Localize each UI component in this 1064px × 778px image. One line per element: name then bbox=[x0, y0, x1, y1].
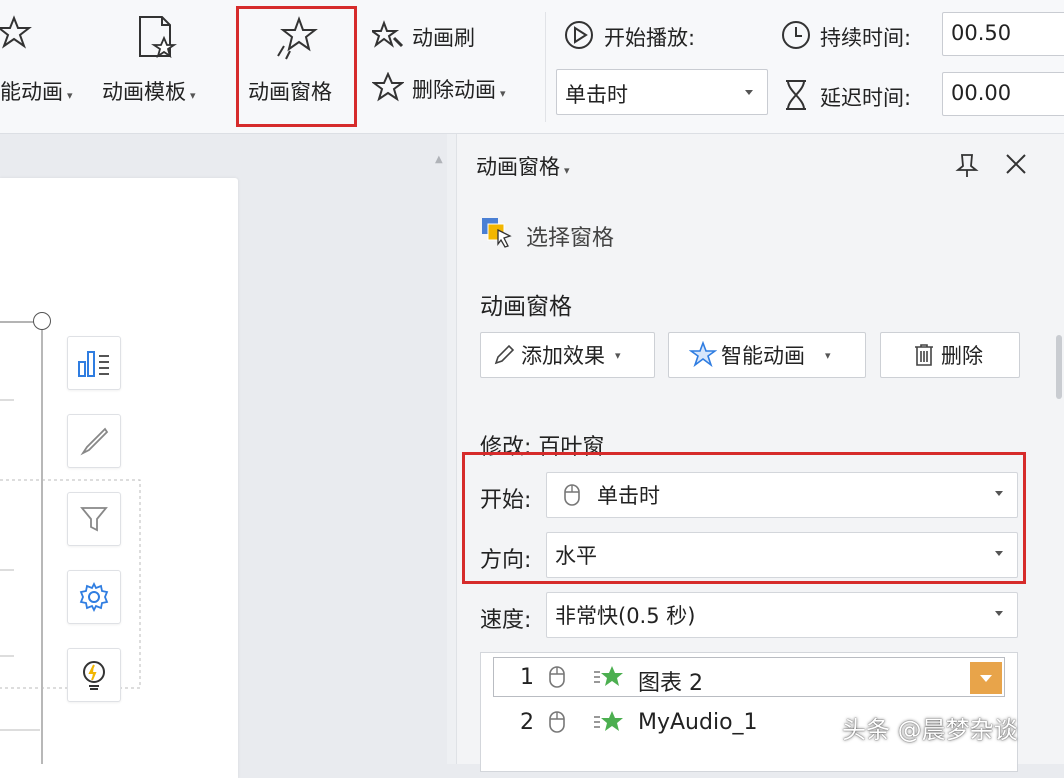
animation-template-label: 动画模板 bbox=[102, 80, 186, 104]
start-play-label: 开始播放: bbox=[604, 26, 696, 50]
animation-pane-label: 动画窗格 bbox=[248, 80, 332, 104]
pane-title[interactable]: 动画窗格 ▾ bbox=[476, 151, 570, 181]
chevron-down-icon: ▾ bbox=[67, 89, 73, 102]
list-item-index: 2 bbox=[520, 710, 534, 735]
chevron-down-icon: ▾ bbox=[564, 164, 570, 177]
speed-dropdown[interactable]: 非常快(0.5 秒) bbox=[546, 592, 1018, 638]
smart-animation-button[interactable]: 能动画 ▾ bbox=[0, 76, 73, 106]
star-effect-icon bbox=[592, 709, 624, 739]
scrollbar-thumb[interactable] bbox=[1056, 335, 1062, 399]
chart-ideas-button[interactable] bbox=[67, 648, 121, 702]
add-effect-button[interactable]: 添加效果 ▾ bbox=[480, 332, 655, 378]
smart-animation-label: 能动画 bbox=[0, 80, 63, 104]
start-select[interactable]: 单击时 bbox=[556, 69, 768, 115]
pane-title-label: 动画窗格 bbox=[476, 155, 560, 179]
delete-label: 删除 bbox=[941, 344, 983, 368]
pencil-icon bbox=[494, 344, 515, 365]
chart-elements-button[interactable] bbox=[67, 336, 121, 390]
chart-elements-icon bbox=[78, 351, 109, 377]
close-icon[interactable] bbox=[1004, 152, 1028, 180]
pane-divider[interactable] bbox=[447, 134, 457, 764]
speed-label: 速度: bbox=[480, 608, 532, 633]
start-select-value: 单击时 bbox=[565, 83, 628, 107]
animation-brush-icon[interactable] bbox=[372, 20, 404, 50]
list-item-selected[interactable] bbox=[493, 657, 1005, 697]
chevron-down-icon: ▾ bbox=[500, 87, 506, 100]
delete-animation-button[interactable]: 删除动画 ▾ bbox=[412, 74, 506, 104]
hourglass-icon bbox=[784, 79, 808, 111]
item-menu-button[interactable] bbox=[970, 662, 1002, 694]
select-pane-icon[interactable] bbox=[480, 216, 512, 252]
smart-animation-pane-label: 智能动画 bbox=[721, 344, 805, 368]
lightbulb-icon bbox=[83, 661, 105, 690]
pin-icon[interactable] bbox=[954, 152, 980, 182]
animation-brush-button[interactable]: 动画刷 bbox=[412, 22, 475, 52]
ribbon-separator bbox=[545, 12, 546, 122]
chevron-down-icon bbox=[995, 611, 1003, 616]
select-pane-link[interactable]: 选择窗格 bbox=[526, 220, 614, 252]
mouse-icon bbox=[546, 709, 568, 739]
trash-icon bbox=[915, 344, 933, 366]
star-effect-icon bbox=[592, 664, 624, 694]
chart-style-button[interactable] bbox=[67, 414, 121, 468]
duration-input[interactable]: 00.50 bbox=[942, 12, 1064, 56]
chevron-down-icon: ▾ bbox=[190, 89, 196, 102]
delay-label: 延迟时间: bbox=[820, 86, 912, 110]
chevron-down-icon bbox=[980, 674, 992, 682]
filter-icon bbox=[80, 507, 108, 532]
chevron-down-icon: ▾ bbox=[825, 348, 831, 362]
list-item-name: 图表 2 bbox=[638, 671, 703, 696]
mouse-icon bbox=[546, 664, 568, 694]
gear-icon bbox=[79, 582, 109, 612]
chevron-down-icon bbox=[745, 90, 753, 95]
highlight-start-direction bbox=[462, 452, 1026, 584]
animation-pane-button[interactable]: 动画窗格 bbox=[248, 76, 332, 106]
section-title: 动画窗格 bbox=[480, 294, 572, 320]
watermark-text: 头条 @晨梦杂谈 bbox=[842, 716, 1018, 744]
resize-handle[interactable] bbox=[33, 312, 51, 330]
brush-icon bbox=[80, 427, 109, 456]
delay-value: 00.00 bbox=[951, 81, 1012, 105]
add-effect-label: 添加效果 bbox=[521, 344, 605, 368]
duration-label: 持续时间: bbox=[820, 26, 912, 50]
divider-dots: ▲ bbox=[435, 154, 443, 165]
smart-star-icon bbox=[689, 341, 717, 368]
animation-template-icon[interactable] bbox=[136, 14, 180, 60]
clock-icon bbox=[780, 19, 812, 51]
smart-animation-icon[interactable] bbox=[0, 14, 34, 52]
chart-filter-button[interactable] bbox=[67, 492, 121, 546]
smart-animation-pane-button[interactable]: 智能动画 ▾ bbox=[668, 332, 866, 378]
chevron-down-icon: ▾ bbox=[615, 348, 621, 362]
play-icon bbox=[563, 19, 595, 51]
delete-animation-label: 删除动画 bbox=[412, 78, 496, 102]
animation-pane-icon[interactable] bbox=[274, 16, 320, 62]
delay-input[interactable]: 00.00 bbox=[942, 72, 1064, 116]
chart-settings-button[interactable] bbox=[67, 570, 121, 624]
delete-button[interactable]: 删除 bbox=[880, 332, 1020, 378]
list-item-index: 1 bbox=[520, 665, 534, 690]
star-icon[interactable] bbox=[372, 72, 404, 102]
duration-value: 00.50 bbox=[951, 21, 1012, 45]
animation-template-button[interactable]: 动画模板 ▾ bbox=[102, 76, 196, 106]
list-item-name[interactable]: MyAudio_1 bbox=[638, 710, 758, 735]
speed-dropdown-value: 非常快(0.5 秒) bbox=[555, 604, 696, 628]
